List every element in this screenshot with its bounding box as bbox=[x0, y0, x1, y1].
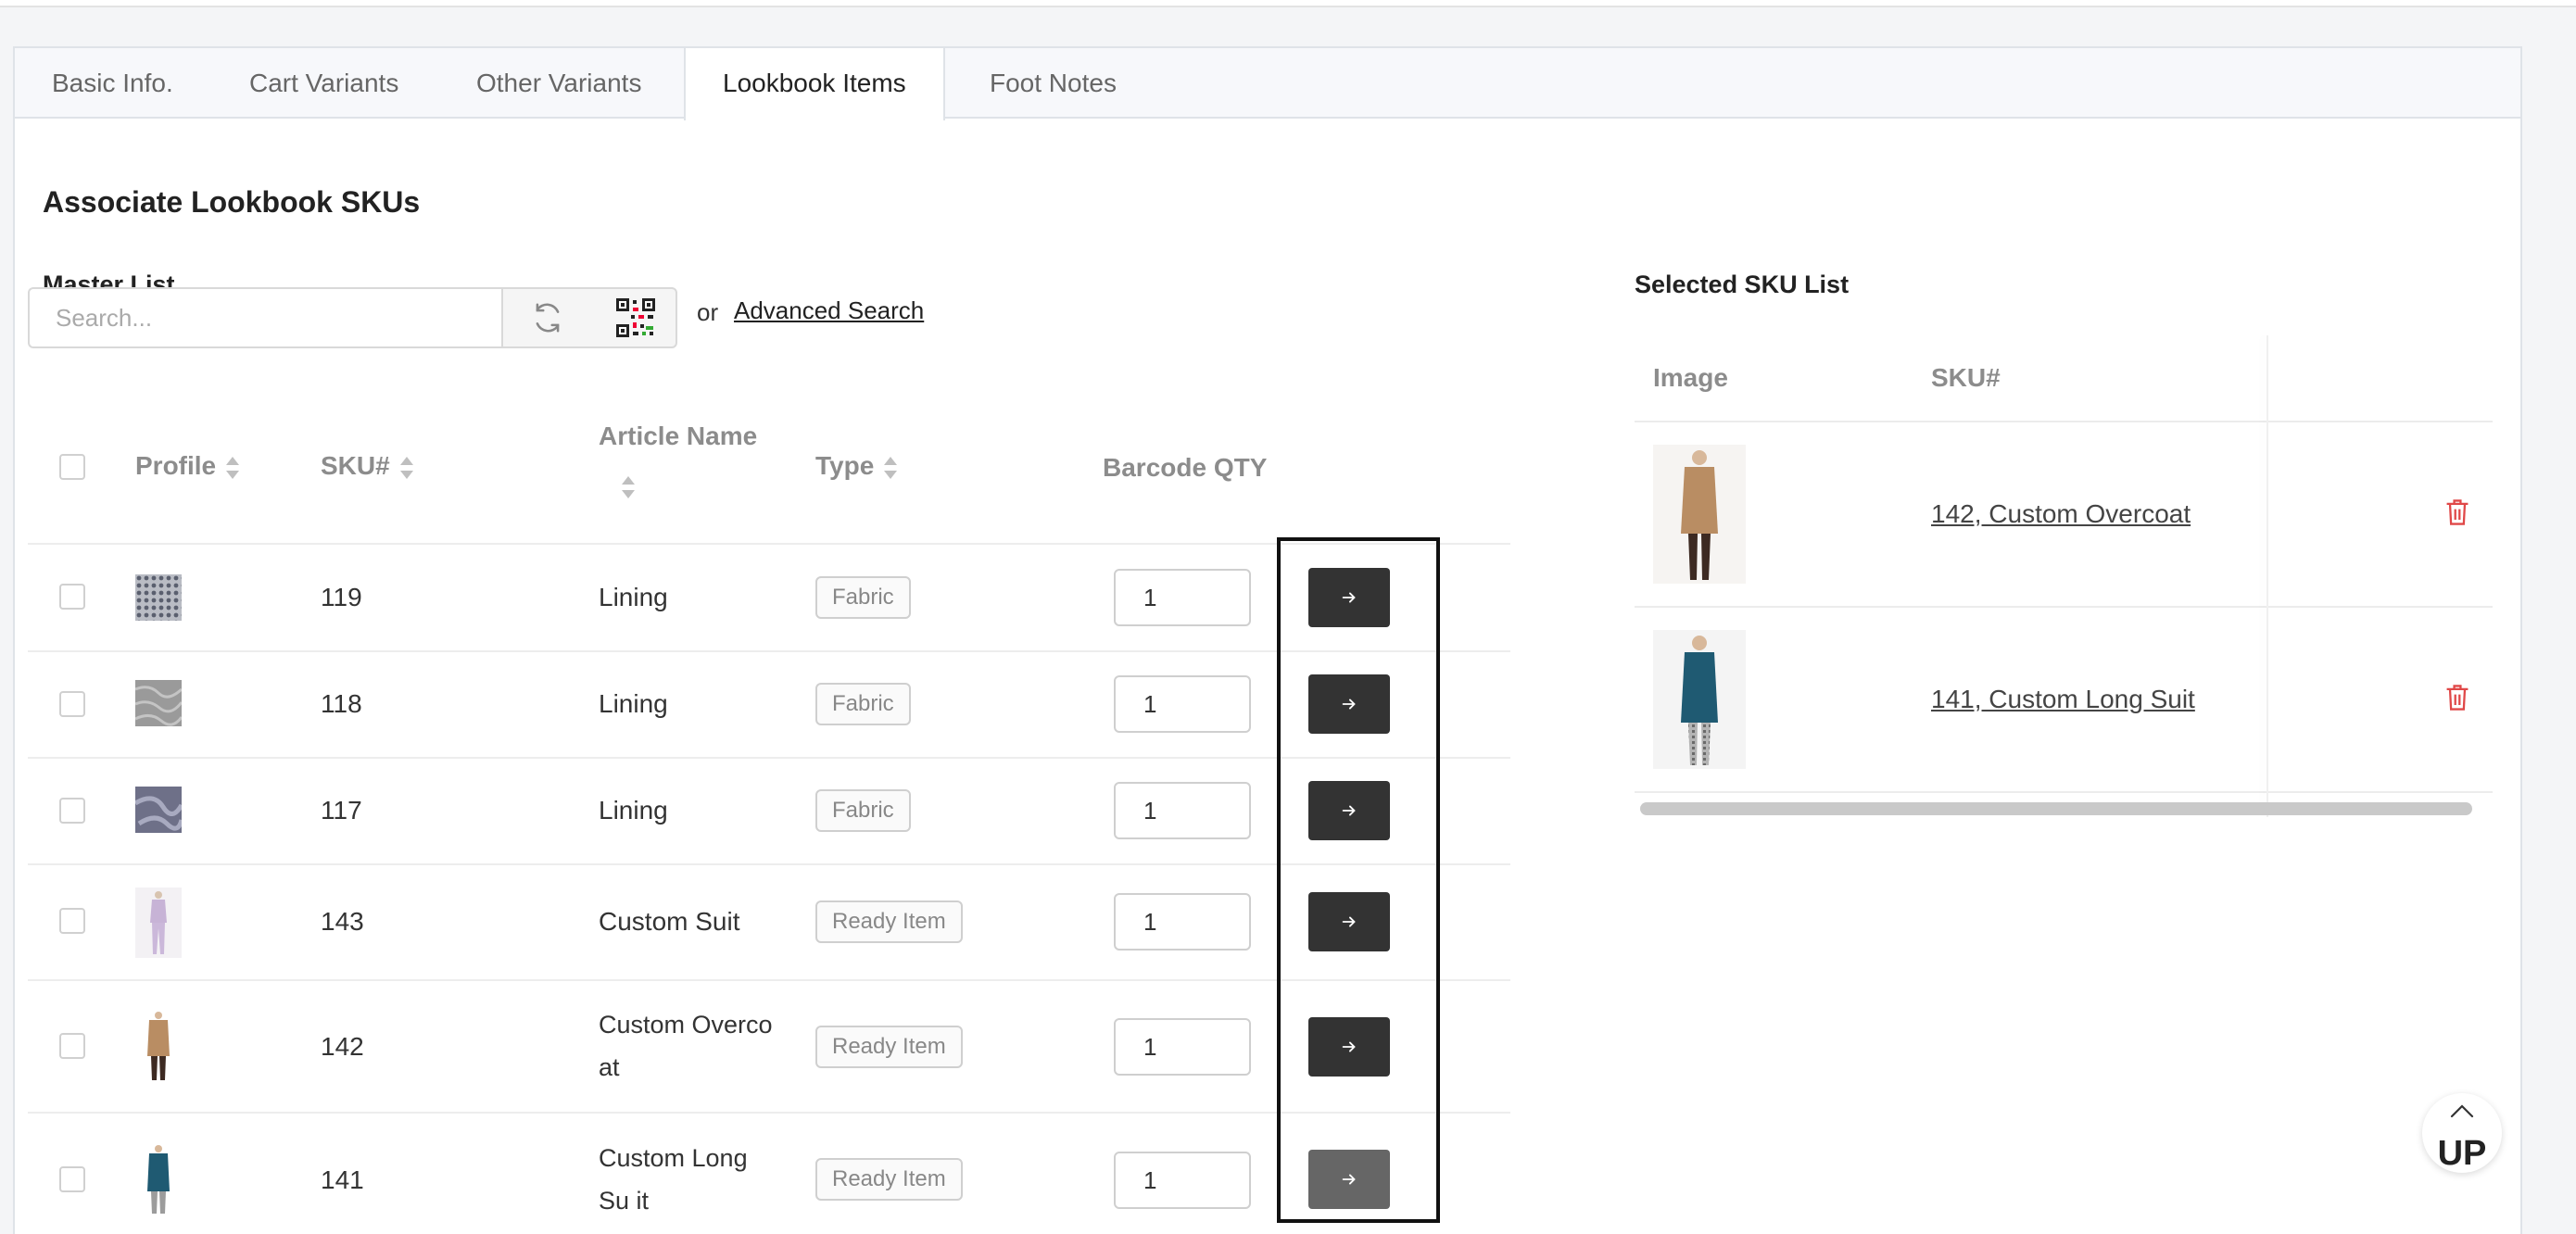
row-checkbox[interactable] bbox=[59, 1033, 85, 1059]
row-sku: 119 bbox=[321, 583, 362, 611]
col-sku[interactable]: SKU# bbox=[321, 451, 414, 481]
row-checkbox[interactable] bbox=[59, 1166, 85, 1192]
row-sku: 117 bbox=[321, 796, 362, 825]
row-article-name: Custom Long Su it bbox=[599, 1144, 748, 1215]
select-all-checkbox[interactable] bbox=[59, 454, 85, 480]
chevron-up-icon bbox=[2450, 1104, 2474, 1118]
row-divider bbox=[1635, 606, 2493, 608]
row-checkbox[interactable] bbox=[59, 798, 85, 824]
col-selected-sku: SKU# bbox=[1931, 363, 2001, 392]
col-article-name[interactable]: Article Name bbox=[599, 422, 757, 451]
row-sku: 118 bbox=[321, 689, 362, 718]
tab-basic-info[interactable]: Basic Info. bbox=[52, 48, 173, 119]
row-article-name: Lining bbox=[599, 796, 668, 825]
type-badge: Fabric bbox=[815, 576, 911, 619]
selected-sku-link[interactable]: 141, Custom Long Suit bbox=[1931, 685, 2195, 714]
type-badge: Fabric bbox=[815, 789, 911, 832]
row-sku: 142 bbox=[321, 1032, 364, 1061]
type-badge: Ready Item bbox=[815, 1026, 963, 1068]
barcode-qty-input[interactable] bbox=[1114, 782, 1251, 839]
advanced-search-link[interactable]: Advanced Search bbox=[734, 296, 924, 325]
row-checkbox[interactable] bbox=[59, 908, 85, 934]
qr-code-icon[interactable] bbox=[591, 289, 679, 346]
tab-lookbook-items[interactable]: Lookbook Items bbox=[684, 48, 945, 120]
fixed-column-divider bbox=[2267, 335, 2268, 817]
tab-foot-notes[interactable]: Foot Notes bbox=[990, 48, 1117, 119]
search-input[interactable] bbox=[28, 287, 502, 348]
col-barcode-qty: Barcode QTY bbox=[1103, 453, 1268, 482]
or-text: or bbox=[697, 298, 719, 326]
action-column-highlight bbox=[1277, 537, 1440, 1223]
type-badge: Ready Item bbox=[815, 900, 963, 943]
col-profile[interactable]: Profile bbox=[135, 451, 240, 481]
selected-list-title: Selected SKU List bbox=[1635, 271, 1850, 298]
sort-icon[interactable] bbox=[621, 476, 636, 498]
search-tools bbox=[501, 287, 677, 348]
longsuit-teal-image bbox=[1653, 630, 1746, 769]
row-article-name: Lining bbox=[599, 583, 668, 611]
overcoat-camel-thumbnail bbox=[135, 1010, 182, 1082]
trash-icon[interactable] bbox=[2444, 683, 2470, 717]
suit-lilac-thumbnail bbox=[135, 888, 182, 958]
row-checkbox[interactable] bbox=[59, 584, 85, 610]
horizontal-scrollbar[interactable] bbox=[1640, 802, 2472, 815]
tab-cart-variants[interactable]: Cart Variants bbox=[249, 48, 398, 119]
tab-bar: Basic Info. Cart Variants Other Variants… bbox=[15, 48, 2520, 120]
sort-icon bbox=[225, 456, 240, 479]
longsuit-teal-thumbnail bbox=[135, 1143, 182, 1215]
top-bar bbox=[0, 0, 2576, 7]
barcode-qty-input[interactable] bbox=[1114, 675, 1251, 733]
sort-icon bbox=[883, 456, 898, 479]
row-sku: 141 bbox=[321, 1165, 364, 1194]
barcode-qty-input[interactable] bbox=[1114, 893, 1251, 951]
up-label: UP bbox=[2437, 1134, 2487, 1173]
row-article-name: Lining bbox=[599, 689, 668, 718]
section-title: Associate Lookbook SKUs bbox=[43, 185, 421, 219]
col-image: Image bbox=[1653, 363, 1728, 392]
row-article-name: Custom Overco at bbox=[599, 1011, 773, 1081]
row-checkbox[interactable] bbox=[59, 691, 85, 717]
fabric-grey-thumbnail bbox=[135, 680, 182, 726]
product-edit-panel: Basic Info. Cart Variants Other Variants… bbox=[13, 46, 2522, 1234]
barcode-qty-input[interactable] bbox=[1114, 1152, 1251, 1209]
type-badge: Ready Item bbox=[815, 1158, 963, 1201]
scroll-up-button[interactable]: UP bbox=[2422, 1093, 2502, 1173]
overcoat-camel-image bbox=[1653, 445, 1746, 584]
selected-sku-link[interactable]: 142, Custom Overcoat bbox=[1931, 499, 2191, 529]
fabric-pattern-thumbnail bbox=[135, 574, 182, 621]
refresh-icon[interactable] bbox=[503, 289, 591, 346]
barcode-qty-input[interactable] bbox=[1114, 569, 1251, 626]
barcode-qty-input[interactable] bbox=[1114, 1018, 1251, 1076]
row-divider bbox=[1635, 791, 2493, 793]
type-badge: Fabric bbox=[815, 683, 911, 725]
row-article-name: Custom Suit bbox=[599, 907, 740, 936]
tab-other-variants[interactable]: Other Variants bbox=[476, 48, 641, 119]
fabric-silk-thumbnail bbox=[135, 787, 182, 833]
row-divider bbox=[1635, 421, 2493, 422]
sort-icon bbox=[399, 456, 414, 479]
trash-icon[interactable] bbox=[2444, 497, 2470, 532]
col-type[interactable]: Type bbox=[815, 451, 898, 481]
row-sku: 143 bbox=[321, 907, 364, 936]
